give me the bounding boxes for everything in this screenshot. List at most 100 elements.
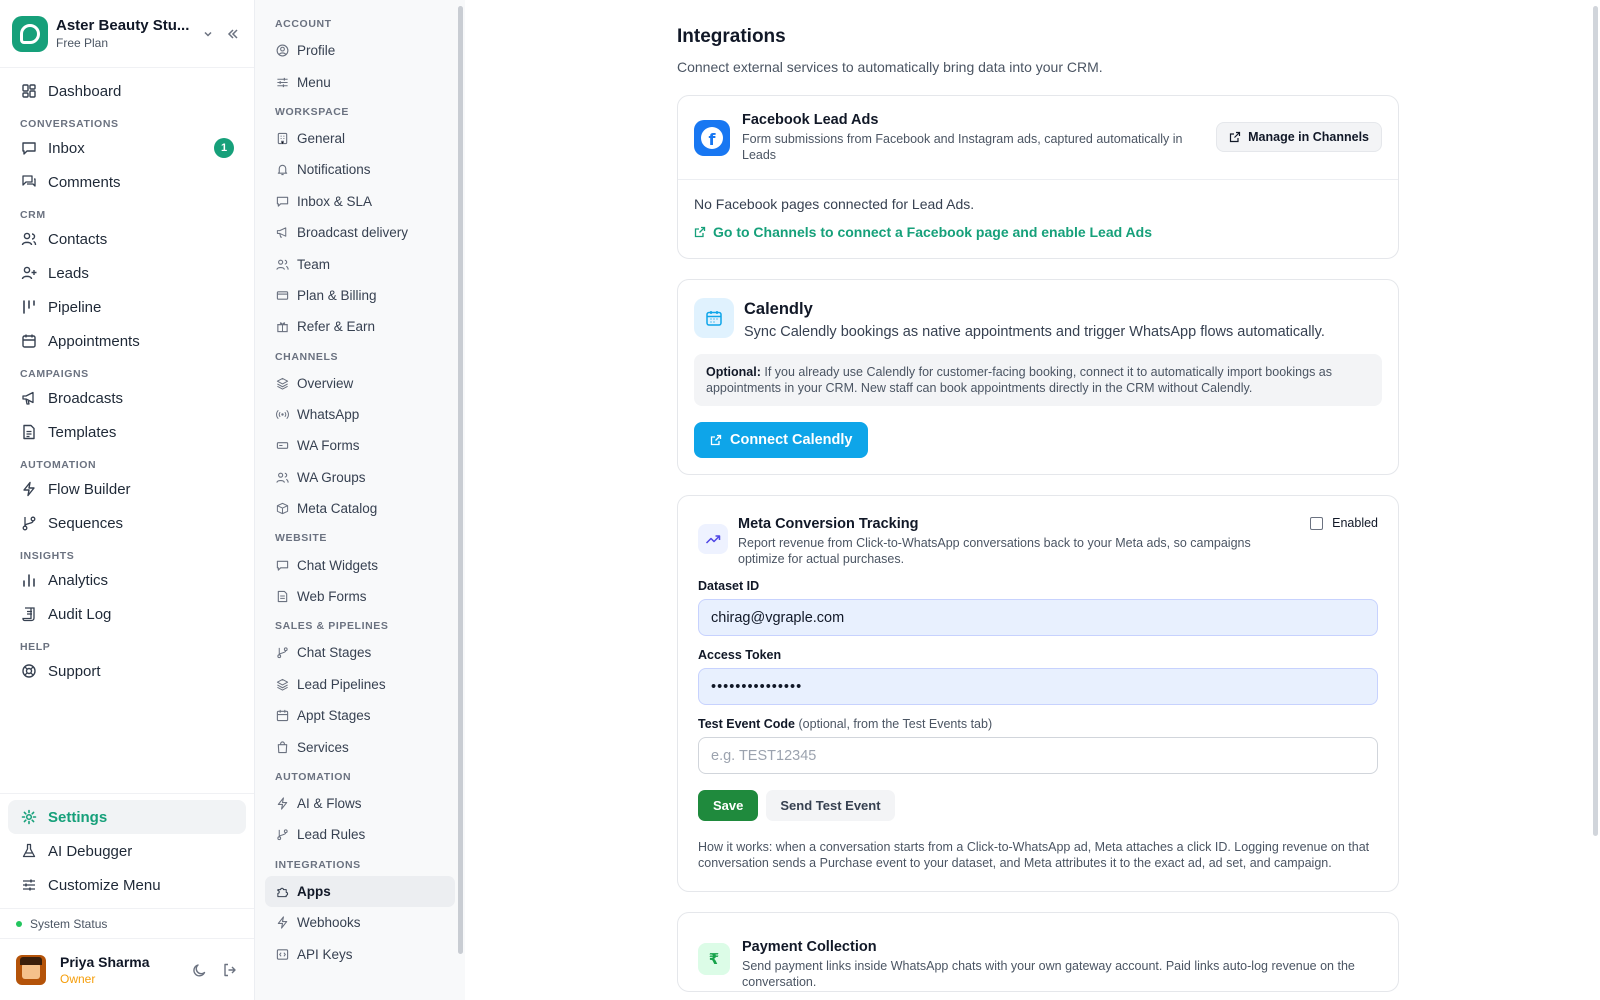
nav-flow-builder[interactable]: Flow Builder <box>8 472 246 506</box>
settings-item-lead-rules[interactable]: Lead Rules <box>265 819 455 850</box>
settings-item-team[interactable]: Team <box>265 248 455 279</box>
system-status[interactable]: System Status <box>0 908 254 938</box>
settings-section-title: WEBSITE <box>275 532 328 545</box>
moon-icon[interactable] <box>192 962 208 978</box>
nav-pipeline[interactable]: Pipeline <box>8 290 246 324</box>
settings-item-general[interactable]: General <box>265 123 455 154</box>
file-text-icon <box>20 423 38 441</box>
gear-icon <box>20 808 38 826</box>
go-to-channels-link[interactable]: Go to Channels to connect a Facebook pag… <box>694 224 1382 240</box>
settings-item-notifications[interactable]: Notifications <box>265 154 455 185</box>
chevron-down-icon[interactable] <box>202 28 218 40</box>
page-subtitle: Connect external services to automatical… <box>677 59 1103 75</box>
nav-leads[interactable]: Leads <box>8 256 246 290</box>
settings-item-services[interactable]: Services <box>265 731 455 762</box>
nav-label: Templates <box>48 423 117 441</box>
nav-appointments[interactable]: Appointments <box>8 324 246 358</box>
settings-item-profile[interactable]: Profile <box>265 35 455 66</box>
nav-label: Settings <box>48 808 108 826</box>
settings-nav-scrollbar[interactable] <box>458 6 463 954</box>
settings-item-apps[interactable]: Apps <box>265 875 455 907</box>
settings-item-whatsapp[interactable]: WhatsApp <box>265 399 455 430</box>
link-label: Go to Channels to connect a Facebook pag… <box>713 224 1153 240</box>
dataset-id-input[interactable]: chirag@vgraple.com <box>698 599 1378 636</box>
sliders-icon <box>275 75 289 89</box>
nav-analytics[interactable]: Analytics <box>8 563 246 597</box>
settings-item-chat-stages[interactable]: Chat Stages <box>265 637 455 668</box>
settings-item-ai-flows[interactable]: AI & Flows <box>265 788 455 819</box>
trending-up-icon <box>698 524 728 554</box>
workspace-plan: Free Plan <box>56 36 109 50</box>
card-description: Sync Calendly bookings as native appoint… <box>744 324 1325 340</box>
pipeline-icon <box>20 298 38 316</box>
workspace-switcher[interactable]: Aster Beauty Stu... Free Plan <box>0 0 254 68</box>
scroll-icon <box>20 605 38 623</box>
settings-item-menu[interactable]: Menu <box>265 66 455 97</box>
calendar-icon <box>694 298 734 338</box>
settings-item-label: Web Forms <box>297 589 367 605</box>
settings-section-title: ACCOUNT <box>275 18 332 30</box>
settings-item-overview[interactable]: Overview <box>265 368 455 399</box>
settings-item-label: Overview <box>297 375 354 391</box>
nav-templates[interactable]: Templates <box>8 415 246 449</box>
manage-in-channels-button[interactable]: Manage in Channels <box>1216 122 1382 152</box>
megaphone-icon <box>20 389 38 407</box>
nav-ai-debugger[interactable]: AI Debugger <box>8 834 246 868</box>
megaphone-icon <box>275 226 289 240</box>
settings-item-label: Meta Catalog <box>297 501 378 517</box>
settings-item-plan-billing[interactable]: Plan & Billing <box>265 280 455 311</box>
enabled-checkbox[interactable] <box>1310 516 1324 530</box>
settings-item-appt-stages[interactable]: Appt Stages <box>265 700 455 731</box>
settings-item-lead-pipelines[interactable]: Lead Pipelines <box>265 669 455 700</box>
rupee-icon: ₹ <box>698 943 730 975</box>
life-buoy-icon <box>20 662 38 680</box>
nav-settings[interactable]: Settings <box>8 800 246 834</box>
logout-icon[interactable] <box>222 962 238 978</box>
nav-label: Sequences <box>48 514 124 532</box>
button-label: Manage in Channels <box>1248 130 1369 144</box>
credit-card-icon <box>275 288 289 302</box>
send-test-event-button[interactable]: Send Test Event <box>766 790 895 821</box>
connect-calendly-button[interactable]: Connect Calendly <box>694 422 869 458</box>
nav-dashboard[interactable]: Dashboard <box>8 74 246 108</box>
settings-item-broadcast-delivery[interactable]: Broadcast delivery <box>265 217 455 248</box>
settings-item-web-forms[interactable]: Web Forms <box>265 581 455 612</box>
settings-item-label: Lead Rules <box>297 827 366 843</box>
user-profile[interactable]: Priya Sharma Owner <box>0 938 254 1000</box>
nav-broadcasts[interactable]: Broadcasts <box>8 381 246 415</box>
enabled-toggle[interactable]: Enabled <box>1310 516 1378 530</box>
nav-inbox[interactable]: Inbox 1 <box>8 131 246 165</box>
settings-item-inbox-sla[interactable]: Inbox & SLA <box>265 186 455 217</box>
nav-section-title: CONVERSATIONS <box>20 118 119 130</box>
nav-comments[interactable]: Comments <box>8 165 246 199</box>
layers-icon <box>275 677 289 691</box>
settings-item-wa-forms[interactable]: WA Forms <box>265 430 455 461</box>
bar-chart-icon <box>20 571 38 589</box>
nav-support[interactable]: Support <box>8 654 246 688</box>
optional-note: Optional: If you already use Calendly fo… <box>694 354 1382 406</box>
shopping-bag-icon <box>275 740 289 754</box>
collapse-sidebar-icon[interactable] <box>226 27 242 41</box>
save-button[interactable]: Save <box>698 790 759 821</box>
main-scrollbar[interactable] <box>1593 6 1598 836</box>
settings-item-webhooks[interactable]: Webhooks <box>265 907 455 938</box>
nav-label: Flow Builder <box>48 480 131 498</box>
settings-item-label: AI & Flows <box>297 796 362 811</box>
nav-contacts[interactable]: Contacts <box>8 222 246 256</box>
git-branch-icon <box>275 828 289 842</box>
settings-item-chat-widgets[interactable]: Chat Widgets <box>265 549 455 580</box>
nav-sequences[interactable]: Sequences <box>8 506 246 540</box>
test-event-code-input[interactable]: e.g. TEST12345 <box>698 737 1378 774</box>
settings-item-refer-earn[interactable]: Refer & Earn <box>265 311 455 342</box>
system-status-label: System Status <box>30 916 108 931</box>
settings-item-meta-catalog[interactable]: Meta Catalog <box>265 493 455 524</box>
nav-customize-menu[interactable]: Customize Menu <box>8 868 246 902</box>
settings-nav: ACCOUNT Profile Menu WORKSPACE General N… <box>255 0 465 1000</box>
how-it-works-text: How it works: when a conversation starts… <box>698 840 1370 870</box>
settings-item-api-keys[interactable]: API Keys <box>265 938 455 969</box>
nav-audit-log[interactable]: Audit Log <box>8 597 246 631</box>
access-token-input[interactable]: ••••••••••••••• <box>698 668 1378 705</box>
settings-item-label: Team <box>297 256 331 272</box>
settings-item-wa-groups[interactable]: WA Groups <box>265 462 455 493</box>
settings-item-label: API Keys <box>297 946 353 962</box>
